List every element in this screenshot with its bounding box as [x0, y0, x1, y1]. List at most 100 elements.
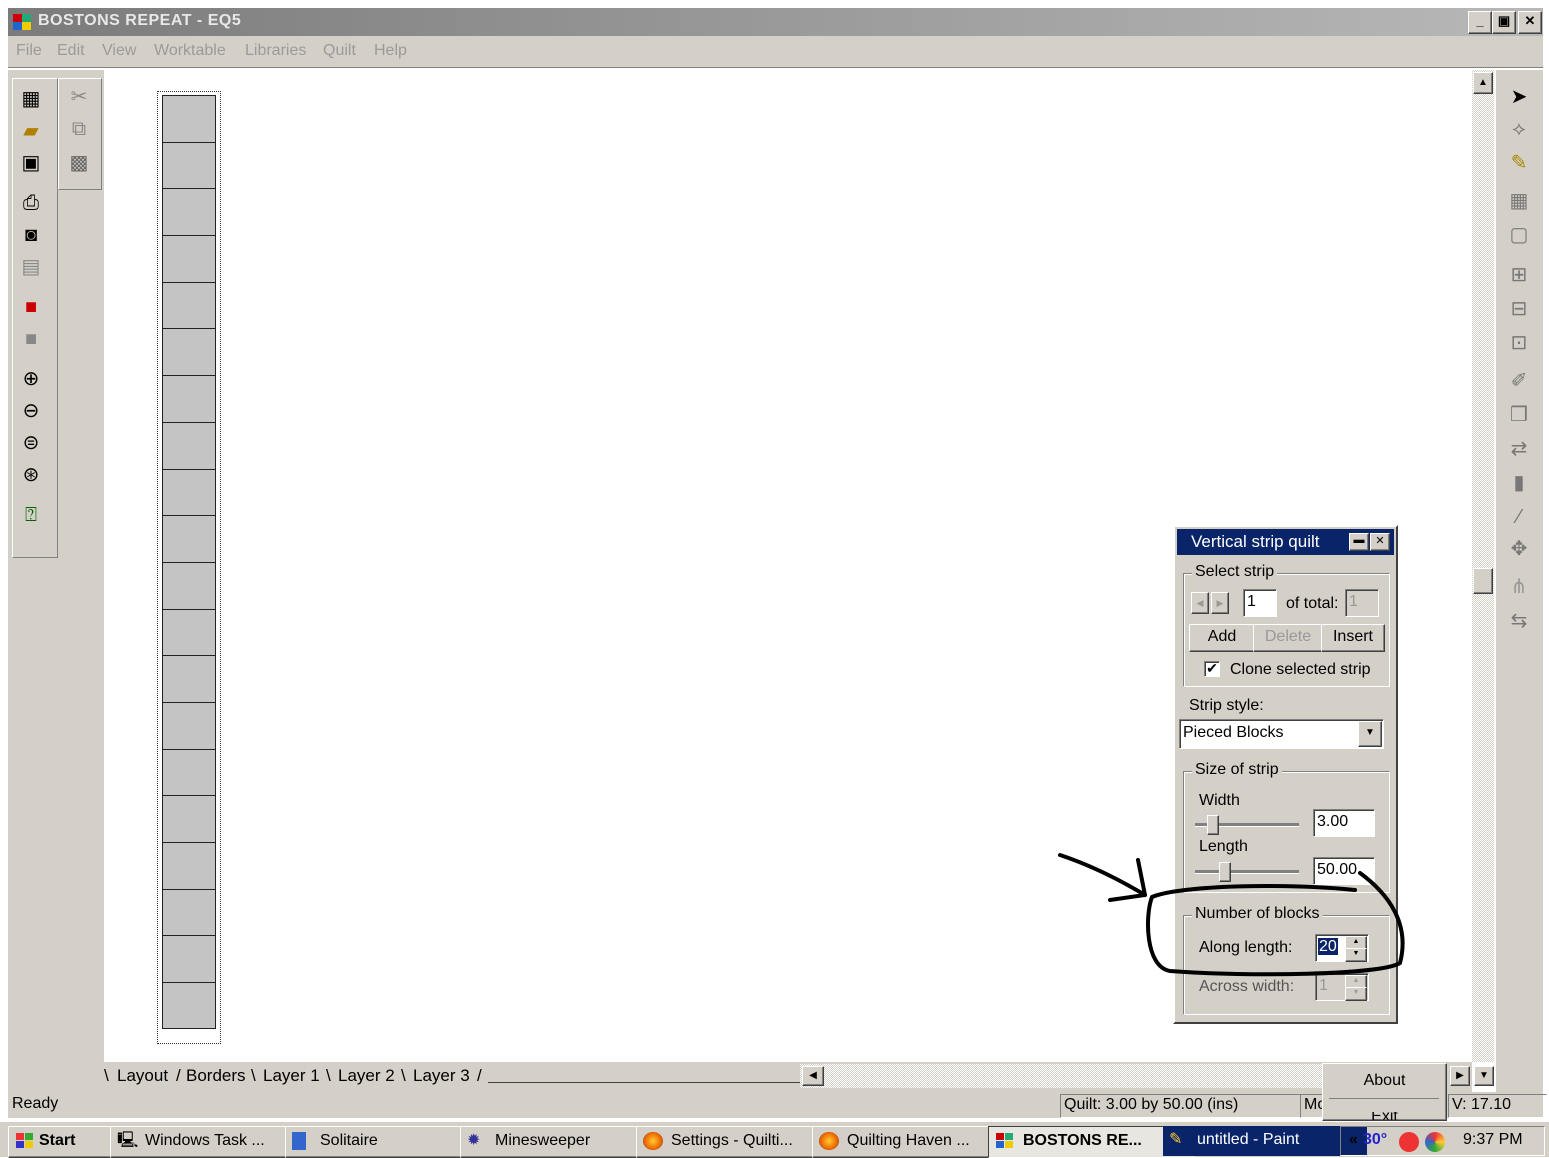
- help-icon[interactable]: ⍰: [16, 500, 46, 530]
- menu-view[interactable]: View: [102, 42, 136, 60]
- maximize-button[interactable]: ▣: [1492, 11, 1516, 34]
- save-icon[interactable]: ▣: [16, 148, 46, 178]
- vertical-scrollbar[interactable]: ▲: [1472, 70, 1494, 1062]
- symmetry-icon[interactable]: ⊡: [1504, 328, 1534, 358]
- quilt-block[interactable]: [162, 281, 216, 329]
- quilt-block[interactable]: [162, 795, 216, 842]
- dialog-title-bar[interactable]: Vertical strip quilt ▬ ✕: [1177, 529, 1394, 555]
- new-quilt-icon[interactable]: ▦: [16, 84, 46, 114]
- quilt-block[interactable]: [162, 328, 216, 376]
- cut-icon[interactable]: ✂: [64, 82, 94, 112]
- add-strip-button[interactable]: Add: [1189, 624, 1255, 652]
- spraycan-icon[interactable]: ❒: [1504, 400, 1534, 430]
- menu-quilt[interactable]: Quilt: [323, 42, 356, 60]
- quilt-block[interactable]: [162, 561, 216, 609]
- color-fill-icon[interactable]: ■: [16, 292, 46, 322]
- chrome-icon[interactable]: [1425, 1132, 1445, 1152]
- erase-block-icon[interactable]: ▢: [1504, 220, 1534, 250]
- quilt-block[interactable]: [162, 842, 216, 889]
- quilt-block[interactable]: [162, 141, 216, 189]
- chevron-down-icon[interactable]: ▼: [1358, 721, 1382, 747]
- quilt-block[interactable]: [162, 235, 216, 282]
- spin-down-icon[interactable]: ▼: [1345, 948, 1367, 962]
- quilt-block[interactable]: [162, 748, 216, 796]
- swap-colors-icon[interactable]: ⇄: [1504, 434, 1534, 464]
- quilt-block[interactable]: [162, 375, 216, 422]
- clone-checkbox[interactable]: ✔: [1204, 661, 1220, 677]
- quilt-block[interactable]: [162, 701, 216, 749]
- zoom-fit-icon[interactable]: ⊜: [16, 428, 46, 458]
- eyedropper-icon[interactable]: ⁄: [1504, 502, 1534, 532]
- quilt-block[interactable]: [162, 188, 216, 236]
- layer-swap-icon[interactable]: ⇆: [1504, 606, 1534, 636]
- menu-about[interactable]: About: [1323, 1072, 1446, 1090]
- title-bar[interactable]: BOSTONS REPEAT - EQ5 _ ▣ ✕: [8, 8, 1543, 36]
- set-block-icon[interactable]: ▦: [1504, 186, 1534, 216]
- print-icon[interactable]: ⎙: [16, 188, 46, 218]
- zoom-out-icon[interactable]: ⊖: [16, 396, 46, 426]
- tray-expand-icon[interactable]: «: [1349, 1131, 1358, 1149]
- menu-help[interactable]: Help: [374, 42, 407, 60]
- close-button[interactable]: ✕: [1518, 11, 1542, 34]
- paste-icon[interactable]: ▩: [64, 148, 94, 178]
- zoom-actual-icon[interactable]: ⊛: [16, 460, 46, 490]
- tab-borders[interactable]: Borders: [186, 1066, 246, 1086]
- ruler-icon[interactable]: ✎: [1504, 148, 1534, 178]
- sketchbook-icon[interactable]: ▤: [16, 252, 46, 282]
- menu-file[interactable]: File: [16, 42, 42, 60]
- quilt-block[interactable]: [162, 982, 216, 1029]
- swatch-icon[interactable]: ■: [16, 324, 46, 354]
- quilt-block[interactable]: [162, 608, 216, 656]
- quilt-block[interactable]: [162, 655, 216, 702]
- next-strip-icon[interactable]: ▶: [1211, 592, 1229, 614]
- tree-icon[interactable]: ⋔: [1504, 572, 1534, 602]
- quilt-block[interactable]: [162, 888, 216, 936]
- quilt-strip[interactable]: [157, 91, 221, 1044]
- quilt-block[interactable]: [162, 421, 216, 469]
- length-input[interactable]: 50.00: [1313, 857, 1375, 885]
- width-input[interactable]: 3.00: [1313, 809, 1375, 837]
- camera-icon[interactable]: ◙: [16, 220, 46, 250]
- horizontal-scrollbar[interactable]: ◀: [800, 1064, 1322, 1088]
- menu-exit[interactable]: Exit: [1323, 1112, 1446, 1120]
- strip-number-input[interactable]: 1: [1243, 589, 1277, 617]
- weather-temp[interactable]: 30°: [1363, 1131, 1387, 1149]
- insert-strip-button[interactable]: Insert: [1321, 624, 1385, 652]
- start-button[interactable]: Start: [8, 1126, 120, 1158]
- minimize-button[interactable]: _: [1468, 11, 1492, 34]
- menu-libraries[interactable]: Libraries: [245, 42, 306, 60]
- menu-worktable[interactable]: Worktable: [154, 42, 226, 60]
- length-slider-track[interactable]: [1195, 870, 1299, 874]
- task-untitled-paint[interactable]: ✎ untitled - Paint: [1163, 1126, 1367, 1156]
- scroll-thumb[interactable]: [1473, 568, 1493, 594]
- quilt-block[interactable]: [162, 515, 216, 562]
- tab-layer-2[interactable]: Layer 2: [338, 1066, 395, 1086]
- dialog-minimize-icon[interactable]: ▬: [1349, 533, 1369, 551]
- zoom-in-icon[interactable]: ⊕: [16, 364, 46, 394]
- rotate-block-icon[interactable]: ⊞: [1504, 260, 1534, 290]
- quilt-block[interactable]: [162, 935, 216, 983]
- length-slider-thumb[interactable]: [1219, 862, 1231, 882]
- quilt-block[interactable]: [162, 468, 216, 516]
- flip-block-icon[interactable]: ⊟: [1504, 294, 1534, 324]
- along-length-spinner[interactable]: 20 ▲ ▼: [1315, 934, 1369, 962]
- scroll-right-icon[interactable]: ▶: [1450, 1066, 1470, 1086]
- adjust-tool-icon[interactable]: ⟡: [1504, 114, 1534, 144]
- dialog-close-icon[interactable]: ✕: [1370, 533, 1390, 551]
- strip-style-select[interactable]: Pieced Blocks ▼: [1179, 719, 1384, 749]
- scroll-left-icon[interactable]: ◀: [802, 1066, 824, 1086]
- tray-app-icon[interactable]: [1399, 1132, 1419, 1152]
- paintbrush-icon[interactable]: ✐: [1504, 366, 1534, 396]
- quilt-block[interactable]: [162, 95, 216, 142]
- along-length-value[interactable]: 20: [1318, 938, 1338, 955]
- width-slider-thumb[interactable]: [1207, 815, 1219, 835]
- prev-strip-icon[interactable]: ◀: [1191, 592, 1209, 614]
- select-arrow-icon[interactable]: ➤: [1504, 82, 1534, 112]
- open-folder-icon[interactable]: ▰: [16, 116, 46, 146]
- menu-edit[interactable]: Edit: [57, 42, 85, 60]
- fabric-arrange-icon[interactable]: ✥: [1504, 534, 1534, 564]
- tab-layer-3[interactable]: Layer 3: [413, 1066, 470, 1086]
- tab-layer-1[interactable]: Layer 1: [263, 1066, 320, 1086]
- copy-icon[interactable]: ⧉: [64, 114, 94, 144]
- delete-strip-button[interactable]: Delete: [1253, 624, 1323, 652]
